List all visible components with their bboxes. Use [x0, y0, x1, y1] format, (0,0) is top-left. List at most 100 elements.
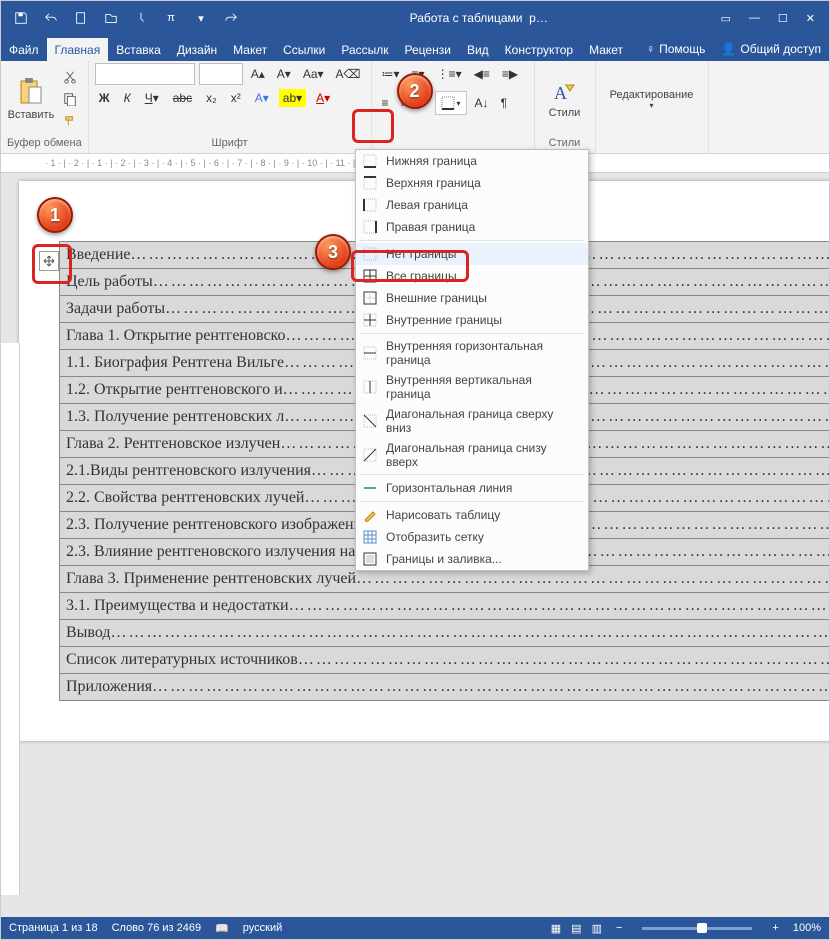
increase-indent-icon[interactable]: ≡▶ [498, 65, 522, 83]
editing-button[interactable]: Редактирование▾ [602, 66, 702, 132]
cut-icon[interactable] [59, 68, 81, 86]
maximize-icon[interactable]: ☐ [778, 12, 788, 25]
border-menu-item[interactable]: Диагональная граница сверху вниз [356, 404, 588, 438]
language-indicator[interactable]: русский [243, 922, 282, 934]
format-painter-icon[interactable] [59, 112, 81, 130]
page-indicator[interactable]: Страница 1 из 18 [9, 922, 98, 934]
share-button[interactable]: 👤 Общий доступ [713, 37, 829, 61]
paste-button[interactable]: Вставить [7, 66, 55, 132]
table-row[interactable]: 3.1. Преимущества и недостатки…………………………… [60, 593, 830, 620]
tab-главная[interactable]: Главная [47, 38, 109, 61]
bold-icon[interactable]: Ж [95, 89, 114, 107]
touch-icon[interactable] [131, 8, 151, 28]
b-right-icon [362, 219, 378, 235]
underline-icon[interactable]: Ч▾ [141, 89, 163, 107]
highlight-icon[interactable]: ab▾ [279, 89, 306, 107]
border-menu-item[interactable]: Внутренняя горизонтальная граница [356, 336, 588, 370]
status-bar: Страница 1 из 18 Слово 76 из 2469 📖 русс… [1, 917, 829, 939]
tab-рецензи[interactable]: Рецензи [397, 38, 459, 61]
tab-вид[interactable]: Вид [459, 38, 497, 61]
border-menu-item[interactable]: Левая граница [356, 194, 588, 216]
show-marks-icon[interactable]: ¶ [497, 91, 511, 115]
border-menu-item[interactable]: Горизонтальная линия [356, 477, 588, 499]
tab-рассылк[interactable]: Рассылк [333, 38, 396, 61]
border-menu-item[interactable]: Нет границы [356, 243, 588, 265]
table-row[interactable]: Вывод……………………………………………………………………………………………… [60, 620, 830, 647]
zoom-in-icon[interactable]: + [772, 922, 778, 934]
spellcheck-icon[interactable]: 📖 [215, 922, 229, 935]
borders-dropdown: Нижняя границаВерхняя границаЛевая грани… [355, 149, 589, 571]
tab-макет[interactable]: Макет [581, 38, 631, 61]
font-color-icon[interactable]: A▾ [312, 89, 334, 107]
zoom-level[interactable]: 100% [793, 922, 821, 934]
dlg-icon [362, 551, 378, 567]
minimize-icon[interactable]: — [749, 12, 760, 25]
print-layout-icon[interactable]: ▤ [571, 922, 581, 935]
borders-button[interactable]: ▾ [435, 91, 467, 115]
border-menu-item[interactable]: Все границы [356, 265, 588, 287]
border-menu-item[interactable]: Внутренняя вертикальная граница [356, 370, 588, 404]
border-menu-item[interactable]: Нижняя граница [356, 150, 588, 172]
web-layout-icon[interactable]: ▥ [592, 922, 602, 935]
zoom-out-icon[interactable]: − [616, 922, 622, 934]
border-menu-item[interactable]: Диагональная граница снизу вверх [356, 438, 588, 472]
grow-font-icon[interactable]: A▴ [247, 63, 269, 85]
font-size-combo[interactable] [199, 63, 243, 85]
strike-icon[interactable]: abc [169, 89, 196, 107]
clear-format-icon[interactable]: A⌫ [332, 63, 365, 85]
tell-me-search[interactable]: ♀ Помощь [638, 37, 713, 61]
b-inv-icon [362, 379, 378, 395]
paragraph-group: ≔▾ ≡▾ ⋮≡▾ ◀≡ ≡▶ ≡ ≡ ≡ ▾ 2 [372, 61, 535, 153]
qat-more-icon[interactable]: ▾ [191, 8, 211, 28]
subscript-icon[interactable]: x₂ [202, 89, 221, 107]
undo-icon[interactable] [41, 8, 61, 28]
open-icon[interactable] [101, 8, 121, 28]
b-top-icon [362, 175, 378, 191]
border-menu-item[interactable]: Внутренние границы [356, 309, 588, 331]
table-row[interactable]: Приложения………………………………………………………………………………… [60, 674, 830, 701]
tab-ссылки[interactable]: Ссылки [275, 38, 333, 61]
tab-конструктор[interactable]: Конструктор [497, 38, 581, 61]
border-menu-item[interactable]: Верхняя граница [356, 172, 588, 194]
sort-icon[interactable]: A↓ [471, 91, 493, 115]
border-menu-item[interactable]: Нарисовать таблицу [356, 504, 588, 526]
copy-icon[interactable] [59, 90, 81, 108]
view-buttons: ▦ ▤ ▥ [551, 922, 602, 935]
table-row[interactable]: Список литературных источников…………………………… [60, 647, 830, 674]
align-left-icon[interactable]: ≡ [378, 91, 393, 115]
read-mode-icon[interactable]: ▦ [551, 922, 561, 935]
zoom-slider[interactable] [642, 927, 752, 930]
b-in-icon [362, 312, 378, 328]
redo-icon[interactable] [221, 8, 241, 28]
word-count[interactable]: Слово 76 из 2469 [112, 922, 202, 934]
border-menu-item[interactable]: Отобразить сетку [356, 526, 588, 548]
styles-button[interactable]: A Стили [541, 66, 589, 132]
superscript-icon[interactable]: x² [227, 89, 245, 107]
change-case-icon[interactable]: Aa▾ [299, 63, 328, 85]
svg-text:A: A [554, 83, 567, 103]
border-menu-item[interactable]: Границы и заливка... [356, 548, 588, 570]
new-doc-icon[interactable] [71, 8, 91, 28]
save-icon[interactable] [11, 8, 31, 28]
italic-icon[interactable]: К [120, 89, 135, 107]
border-menu-item[interactable]: Внешние границы [356, 287, 588, 309]
tab-макет[interactable]: Макет [225, 38, 275, 61]
table-move-handle[interactable] [39, 251, 59, 271]
tab-вставка[interactable]: Вставка [108, 38, 169, 61]
tab-файл[interactable]: Файл [1, 38, 47, 61]
font-name-combo[interactable] [95, 63, 195, 85]
pi-icon[interactable]: π [161, 8, 181, 28]
ribbon-tabs: ФайлГлавнаяВставкаДизайнМакетСсылкиРассы… [1, 35, 829, 61]
tab-дизайн[interactable]: Дизайн [169, 38, 225, 61]
hline-icon [362, 480, 378, 496]
border-menu-item[interactable]: Правая граница [356, 216, 588, 238]
multilevel-icon[interactable]: ⋮≡▾ [433, 65, 466, 83]
b-inh-icon [362, 345, 378, 361]
vertical-ruler[interactable] [1, 343, 20, 895]
text-effects-icon[interactable]: A▾ [251, 89, 273, 107]
shrink-font-icon[interactable]: A▾ [273, 63, 295, 85]
ribbon-options-icon[interactable]: ▭ [721, 12, 731, 25]
close-icon[interactable]: ✕ [806, 12, 815, 25]
callout-marker-1: 1 [37, 197, 73, 233]
decrease-indent-icon[interactable]: ◀≡ [470, 65, 494, 83]
